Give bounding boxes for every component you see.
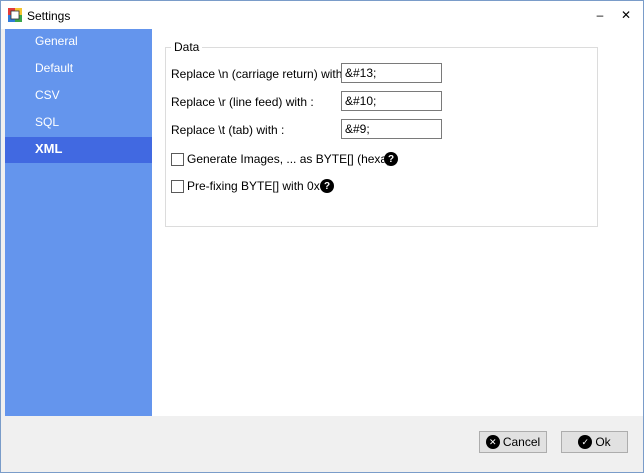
ok-check-circle-icon: ✓ [578, 435, 593, 449]
help-question-icon[interactable]: ? [320, 179, 334, 193]
help-question-icon[interactable]: ? [384, 152, 398, 166]
sidebar-item-label: General [35, 34, 78, 48]
replace-t-input[interactable] [341, 119, 442, 139]
generate-images-label[interactable]: Generate Images, ... as BYTE[] (hexa) [187, 152, 391, 166]
prefix-bytes-checkbox-row[interactable]: Pre-fixing BYTE[] with 0x [171, 179, 336, 195]
sidebar-item-label: SQL [35, 115, 60, 129]
sidebar-item-csv[interactable]: CSV [5, 83, 152, 109]
data-group-legend: Data [171, 40, 203, 54]
prefix-bytes-checkbox[interactable] [171, 180, 184, 193]
settings-app-icon [8, 8, 22, 22]
cancel-button-label: Cancel [502, 435, 541, 449]
window-title: Settings [27, 9, 71, 23]
sidebar-item-general[interactable]: General [5, 29, 152, 55]
generate-images-checkbox-row[interactable]: Generate Images, ... as BYTE[] (hexa) [171, 152, 406, 168]
replace-r-input[interactable] [341, 91, 442, 111]
ok-button-label: Ok [595, 435, 611, 449]
replace-n-input[interactable] [341, 63, 442, 83]
replace-t-label: Replace \t (tab) with : [171, 123, 285, 137]
settings-sidebar: General Default CSV SQL XML [5, 29, 152, 416]
sidebar-item-label: Default [35, 61, 74, 75]
generate-images-checkbox[interactable] [171, 153, 184, 166]
sidebar-item-label: XML [35, 141, 63, 156]
prefix-bytes-label[interactable]: Pre-fixing BYTE[] with 0x [187, 179, 320, 193]
sidebar-item-default[interactable]: Default [5, 56, 152, 82]
minimize-button[interactable]: – [588, 4, 612, 26]
title-bar: Settings – ✕ [1, 1, 643, 29]
sidebar-item-xml[interactable]: XML [5, 137, 152, 163]
ok-button[interactable]: ✓ Ok [561, 431, 628, 453]
settings-window: Settings – ✕ General Default CSV SQL XML… [0, 0, 644, 473]
close-icon: ✕ [620, 8, 632, 22]
close-button[interactable]: ✕ [614, 4, 638, 26]
sidebar-item-sql[interactable]: SQL [5, 110, 152, 136]
minimize-icon: – [596, 8, 604, 22]
cancel-x-circle-icon: ✕ [485, 435, 500, 449]
cancel-button[interactable]: ✕ Cancel [479, 431, 547, 453]
sidebar-item-label: CSV [35, 88, 60, 102]
data-groupbox: Data Replace \n (carriage return) with :… [165, 40, 598, 227]
replace-r-label: Replace \r (line feed) with : [171, 95, 314, 109]
settings-content-panel: Data Replace \n (carriage return) with :… [152, 29, 643, 416]
replace-n-label: Replace \n (carriage return) with : [171, 67, 350, 81]
